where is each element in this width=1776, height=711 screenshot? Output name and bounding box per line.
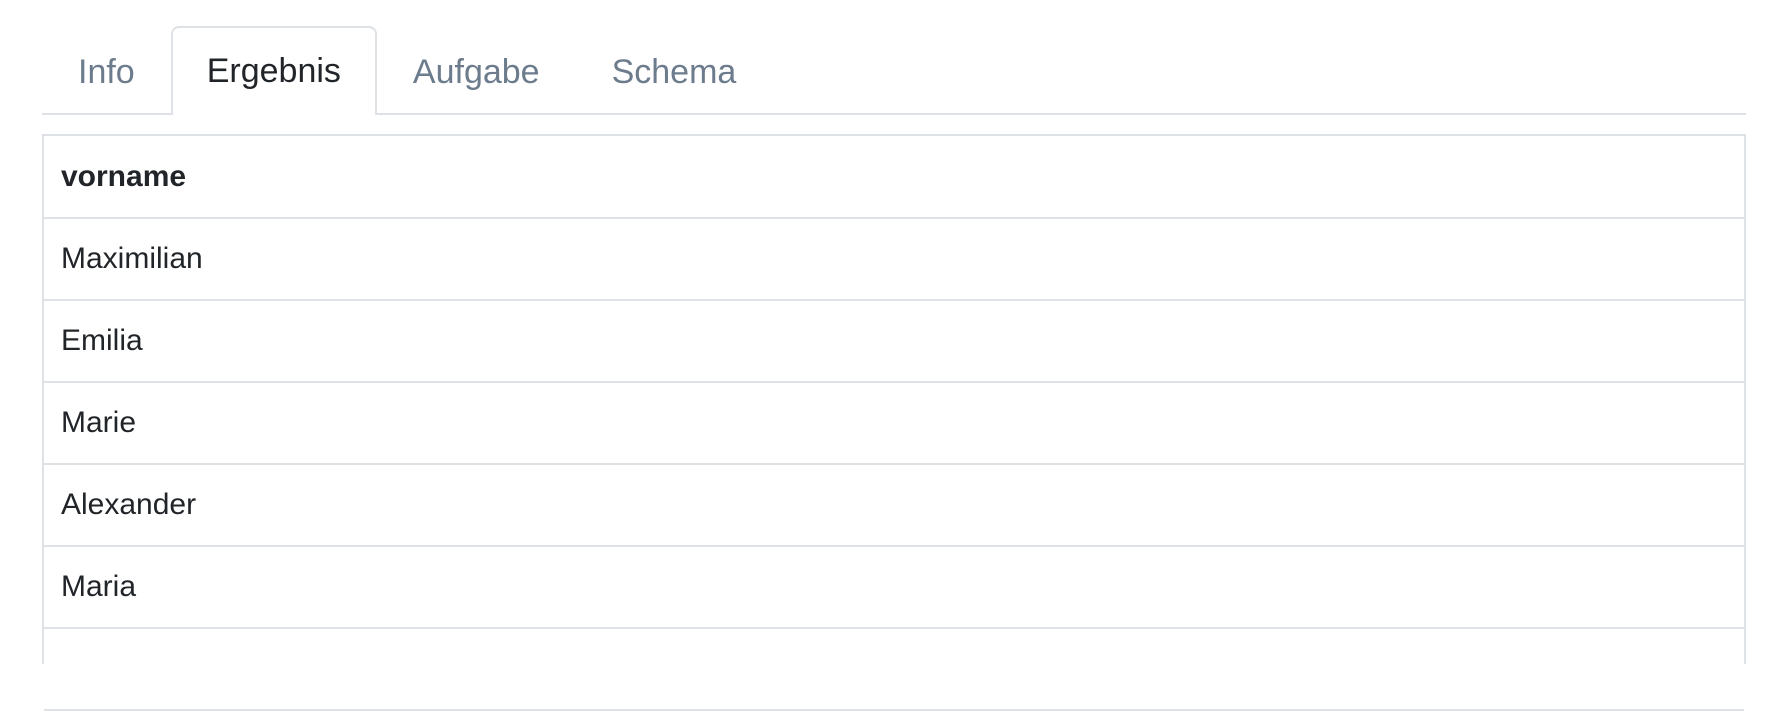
tab-schema[interactable]: Schema xyxy=(576,28,773,115)
table-cell-vorname: Alexander xyxy=(44,464,1744,547)
result-table-container: vorname Maximilian Emilia Marie Alexande… xyxy=(42,134,1746,711)
table-row: Maximilian xyxy=(44,218,1744,301)
result-table: vorname Maximilian Emilia Marie Alexande… xyxy=(44,136,1744,711)
result-tabs: Info Ergebnis Aufgabe Schema xyxy=(42,26,1746,115)
table-row: Alexander xyxy=(44,464,1744,547)
table-cell-vorname: Maximilian xyxy=(44,218,1744,301)
table-cell-vorname: Maria xyxy=(44,546,1744,629)
tab-info[interactable]: Info xyxy=(42,28,171,115)
table-cell-vorname: Marie xyxy=(44,382,1744,465)
table-header-row: vorname xyxy=(44,136,1744,219)
tab-ergebnis[interactable]: Ergebnis xyxy=(170,26,377,115)
table-cell-vorname: Emilia xyxy=(44,300,1744,383)
tab-aufgabe[interactable]: Aufgabe xyxy=(377,28,576,115)
table-row: Emilia xyxy=(44,300,1744,383)
table-row: Marie xyxy=(44,382,1744,465)
table-row: Maria xyxy=(44,546,1744,629)
table-cell-vorname xyxy=(44,628,1744,711)
column-header-vorname: vorname xyxy=(44,136,1744,219)
table-row xyxy=(44,628,1744,711)
